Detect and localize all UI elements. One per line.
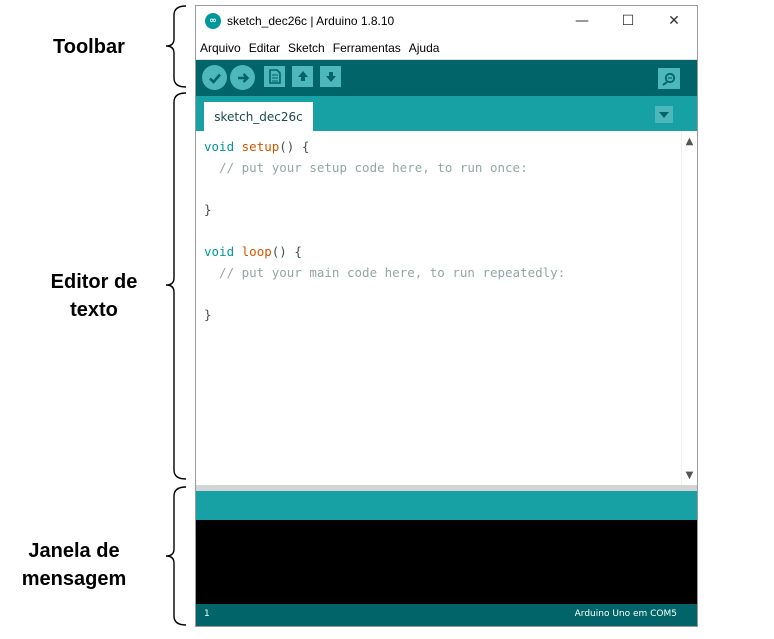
close-button[interactable]: ✕: [651, 6, 697, 36]
serial-monitor-button[interactable]: [658, 68, 680, 89]
upload-icon: [237, 72, 249, 83]
toolbar-annotation: Toolbar: [53, 36, 125, 58]
code-line: // put your setup code here, to run once…: [204, 160, 528, 175]
maximize-button[interactable]: ☐: [605, 6, 651, 36]
new-icon: [268, 69, 281, 84]
code-line: void setup() {: [204, 139, 310, 154]
editor-brace: [165, 92, 187, 480]
chevron-down-icon: [659, 111, 669, 118]
scroll-down-icon[interactable]: ▼: [682, 467, 697, 483]
open-icon: [297, 71, 308, 81]
menu-editar[interactable]: Editar: [245, 41, 284, 55]
upload-button[interactable]: [230, 65, 255, 90]
line-number: 1: [204, 609, 210, 619]
tab-sketch[interactable]: sketch_dec26c: [204, 102, 313, 131]
toolbar-brace: [165, 5, 187, 88]
window-controls: — ☐ ✕: [559, 6, 697, 36]
tab-menu-button[interactable]: [655, 106, 673, 123]
save-sketch-button[interactable]: [320, 66, 341, 87]
code-line: // put your main code here, to run repea…: [204, 265, 566, 280]
console-annotation: Janela de mensagem: [12, 537, 136, 593]
code-line: }: [204, 202, 212, 217]
editor-annotation-line2: texto: [70, 299, 118, 321]
console-output[interactable]: [196, 520, 697, 604]
menu-sketch[interactable]: Sketch: [284, 41, 329, 55]
console-annotation-line2: mensagem: [21, 568, 127, 590]
code-area[interactable]: void setup() { // put your setup code he…: [204, 136, 565, 325]
menu-arquivo[interactable]: Arquivo: [196, 41, 245, 55]
editor-annotation: Editor de texto: [44, 268, 144, 324]
code-editor[interactable]: void setup() { // put your setup code he…: [196, 131, 697, 485]
console-annotation-line1: Janela de: [28, 540, 120, 562]
scroll-up-icon[interactable]: ▲: [682, 133, 697, 149]
code-line: void loop() {: [204, 244, 302, 259]
editor-annotation-line1: Editor de: [50, 271, 138, 293]
keyword-void: void: [204, 139, 235, 154]
open-sketch-button[interactable]: [292, 66, 313, 87]
verify-icon: [208, 73, 221, 84]
console-brace: [165, 486, 187, 626]
window-title: sketch_dec26c | Arduino 1.8.10: [227, 14, 395, 28]
arduino-ide-window: ∞ sketch_dec26c | Arduino 1.8.10 — ☐ ✕ A…: [195, 5, 698, 627]
menu-bar: Arquivo Editar Sketch Ferramentas Ajuda: [196, 36, 697, 60]
menu-ferramentas[interactable]: Ferramentas: [329, 41, 405, 55]
keyword-void: void: [204, 244, 235, 259]
message-bar: [196, 491, 697, 520]
function-loop: loop: [241, 244, 272, 259]
magnifier-icon: [662, 72, 676, 86]
title-bar: ∞ sketch_dec26c | Arduino 1.8.10 — ☐ ✕: [196, 6, 697, 36]
verify-button[interactable]: [202, 65, 227, 90]
toolbar: [196, 60, 697, 96]
arduino-logo-icon: ∞: [205, 13, 221, 29]
status-bar: 1 Arduino Uno em COM5: [196, 604, 697, 626]
new-sketch-button[interactable]: [264, 66, 285, 87]
vertical-scrollbar[interactable]: ▲ ▼: [681, 131, 697, 485]
code-line: }: [204, 307, 212, 322]
board-port-status: Arduino Uno em COM5: [574, 609, 677, 619]
tab-bar: sketch_dec26c: [196, 96, 697, 131]
minimize-button[interactable]: —: [559, 6, 605, 36]
save-icon: [325, 72, 336, 82]
function-setup: setup: [241, 139, 280, 154]
menu-ajuda[interactable]: Ajuda: [405, 41, 444, 55]
